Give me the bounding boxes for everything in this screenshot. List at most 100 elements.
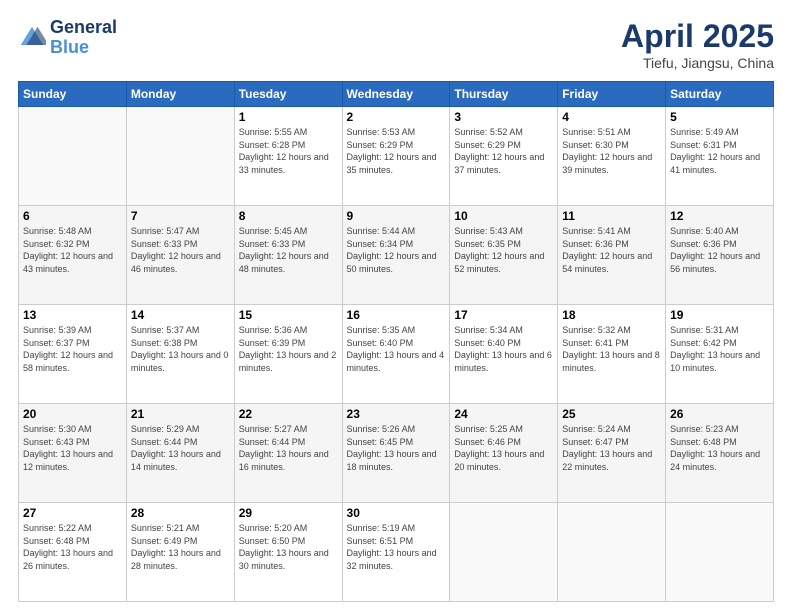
day-info: Sunrise: 5:36 AMSunset: 6:39 PMDaylight:… bbox=[239, 324, 338, 374]
day-number: 21 bbox=[131, 407, 230, 421]
day-info: Sunrise: 5:26 AMSunset: 6:45 PMDaylight:… bbox=[347, 423, 446, 473]
day-number: 29 bbox=[239, 506, 338, 520]
logo-icon bbox=[18, 24, 46, 52]
calendar-cell: 22 Sunrise: 5:27 AMSunset: 6:44 PMDayligh… bbox=[234, 404, 342, 503]
calendar-cell: 6 Sunrise: 5:48 AMSunset: 6:32 PMDaylight… bbox=[19, 206, 127, 305]
calendar-cell bbox=[19, 107, 127, 206]
calendar-week-row: 27 Sunrise: 5:22 AMSunset: 6:48 PMDayligh… bbox=[19, 503, 774, 602]
day-info: Sunrise: 5:53 AMSunset: 6:29 PMDaylight:… bbox=[347, 126, 446, 176]
calendar-cell bbox=[666, 503, 774, 602]
day-number: 14 bbox=[131, 308, 230, 322]
calendar-cell: 16 Sunrise: 5:35 AMSunset: 6:40 PMDayligh… bbox=[342, 305, 450, 404]
day-info: Sunrise: 5:51 AMSunset: 6:30 PMDaylight:… bbox=[562, 126, 661, 176]
calendar-cell: 11 Sunrise: 5:41 AMSunset: 6:36 PMDayligh… bbox=[558, 206, 666, 305]
calendar-cell: 20Sunrise: 5:30 AMSunset: 6:43 PMDayligh… bbox=[19, 404, 127, 503]
day-number: 11 bbox=[562, 209, 661, 223]
day-info: Sunrise: 5:32 AMSunset: 6:41 PMDaylight:… bbox=[562, 324, 661, 374]
calendar-cell: 28 Sunrise: 5:21 AMSunset: 6:49 PMDayligh… bbox=[126, 503, 234, 602]
calendar-cell: 25 Sunrise: 5:24 AMSunset: 6:47 PMDayligh… bbox=[558, 404, 666, 503]
day-info: Sunrise: 5:41 AMSunset: 6:36 PMDaylight:… bbox=[562, 225, 661, 275]
calendar-day-header: Tuesday bbox=[234, 82, 342, 107]
calendar-cell: 24 Sunrise: 5:25 AMSunset: 6:46 PMDayligh… bbox=[450, 404, 558, 503]
day-info: Sunrise: 5:52 AMSunset: 6:29 PMDaylight:… bbox=[454, 126, 553, 176]
calendar-cell bbox=[126, 107, 234, 206]
day-number: 30 bbox=[347, 506, 446, 520]
day-info: Sunrise: 5:25 AMSunset: 6:46 PMDaylight:… bbox=[454, 423, 553, 473]
day-info: Sunrise: 5:19 AMSunset: 6:51 PMDaylight:… bbox=[347, 522, 446, 572]
calendar-week-row: 6 Sunrise: 5:48 AMSunset: 6:32 PMDaylight… bbox=[19, 206, 774, 305]
day-number: 7 bbox=[131, 209, 230, 223]
calendar-cell: 5 Sunrise: 5:49 AMSunset: 6:31 PMDaylight… bbox=[666, 107, 774, 206]
calendar-cell: 7 Sunrise: 5:47 AMSunset: 6:33 PMDaylight… bbox=[126, 206, 234, 305]
calendar-cell: 30 Sunrise: 5:19 AMSunset: 6:51 PMDayligh… bbox=[342, 503, 450, 602]
day-number: 26 bbox=[670, 407, 769, 421]
day-number: 8 bbox=[239, 209, 338, 223]
calendar-cell: 17 Sunrise: 5:34 AMSunset: 6:40 PMDayligh… bbox=[450, 305, 558, 404]
calendar-header-row: SundayMondayTuesdayWednesdayThursdayFrid… bbox=[19, 82, 774, 107]
day-info: Sunrise: 5:34 AMSunset: 6:40 PMDaylight:… bbox=[454, 324, 553, 374]
day-number: 5 bbox=[670, 110, 769, 124]
day-info: Sunrise: 5:29 AMSunset: 6:44 PMDaylight:… bbox=[131, 423, 230, 473]
calendar-cell bbox=[450, 503, 558, 602]
calendar-day-header: Saturday bbox=[666, 82, 774, 107]
calendar-cell: 8Sunrise: 5:45 AMSunset: 6:33 PMDaylight… bbox=[234, 206, 342, 305]
day-info: Sunrise: 5:37 AMSunset: 6:38 PMDaylight:… bbox=[131, 324, 230, 374]
logo: General Blue bbox=[18, 18, 117, 58]
day-info: Sunrise: 5:20 AMSunset: 6:50 PMDaylight:… bbox=[239, 522, 338, 572]
day-info: Sunrise: 5:22 AMSunset: 6:48 PMDaylight:… bbox=[23, 522, 122, 572]
day-number: 25 bbox=[562, 407, 661, 421]
day-info: Sunrise: 5:49 AMSunset: 6:31 PMDaylight:… bbox=[670, 126, 769, 176]
calendar-day-header: Wednesday bbox=[342, 82, 450, 107]
day-info: Sunrise: 5:39 AMSunset: 6:37 PMDaylight:… bbox=[23, 324, 122, 374]
day-info: Sunrise: 5:21 AMSunset: 6:49 PMDaylight:… bbox=[131, 522, 230, 572]
day-info: Sunrise: 5:35 AMSunset: 6:40 PMDaylight:… bbox=[347, 324, 446, 374]
calendar-cell: 15 Sunrise: 5:36 AMSunset: 6:39 PMDayligh… bbox=[234, 305, 342, 404]
day-number: 12 bbox=[670, 209, 769, 223]
calendar-cell: 3 Sunrise: 5:52 AMSunset: 6:29 PMDaylight… bbox=[450, 107, 558, 206]
calendar-cell: 13Sunrise: 5:39 AMSunset: 6:37 PMDayligh… bbox=[19, 305, 127, 404]
day-number: 16 bbox=[347, 308, 446, 322]
title-block: April 2025 Tiefu, Jiangsu, China bbox=[621, 18, 774, 71]
calendar-cell: 2Sunrise: 5:53 AMSunset: 6:29 PMDaylight… bbox=[342, 107, 450, 206]
calendar-day-header: Sunday bbox=[19, 82, 127, 107]
day-info: Sunrise: 5:48 AMSunset: 6:32 PMDaylight:… bbox=[23, 225, 122, 275]
day-number: 3 bbox=[454, 110, 553, 124]
day-number: 17 bbox=[454, 308, 553, 322]
calendar-cell: 4 Sunrise: 5:51 AMSunset: 6:30 PMDaylight… bbox=[558, 107, 666, 206]
calendar-week-row: 13Sunrise: 5:39 AMSunset: 6:37 PMDayligh… bbox=[19, 305, 774, 404]
main-title: April 2025 bbox=[621, 18, 774, 55]
day-info: Sunrise: 5:27 AMSunset: 6:44 PMDaylight:… bbox=[239, 423, 338, 473]
header: General Blue April 2025 Tiefu, Jiangsu, … bbox=[18, 18, 774, 71]
subtitle: Tiefu, Jiangsu, China bbox=[621, 55, 774, 71]
day-number: 20 bbox=[23, 407, 122, 421]
logo-text: General Blue bbox=[50, 18, 117, 58]
calendar-cell: 12Sunrise: 5:40 AMSunset: 6:36 PMDayligh… bbox=[666, 206, 774, 305]
day-number: 6 bbox=[23, 209, 122, 223]
day-number: 24 bbox=[454, 407, 553, 421]
calendar-cell: 27 Sunrise: 5:22 AMSunset: 6:48 PMDayligh… bbox=[19, 503, 127, 602]
calendar-cell: 29 Sunrise: 5:20 AMSunset: 6:50 PMDayligh… bbox=[234, 503, 342, 602]
calendar-week-row: 20Sunrise: 5:30 AMSunset: 6:43 PMDayligh… bbox=[19, 404, 774, 503]
calendar-cell: 18 Sunrise: 5:32 AMSunset: 6:41 PMDayligh… bbox=[558, 305, 666, 404]
day-number: 9 bbox=[347, 209, 446, 223]
calendar-cell: 26Sunrise: 5:23 AMSunset: 6:48 PMDayligh… bbox=[666, 404, 774, 503]
calendar-cell: 19Sunrise: 5:31 AMSunset: 6:42 PMDayligh… bbox=[666, 305, 774, 404]
calendar-cell: 14 Sunrise: 5:37 AMSunset: 6:38 PMDayligh… bbox=[126, 305, 234, 404]
day-number: 27 bbox=[23, 506, 122, 520]
day-info: Sunrise: 5:31 AMSunset: 6:42 PMDaylight:… bbox=[670, 324, 769, 374]
day-number: 15 bbox=[239, 308, 338, 322]
calendar-cell: 10Sunrise: 5:43 AMSunset: 6:35 PMDayligh… bbox=[450, 206, 558, 305]
calendar-week-row: 1Sunrise: 5:55 AMSunset: 6:28 PMDaylight… bbox=[19, 107, 774, 206]
calendar-table: SundayMondayTuesdayWednesdayThursdayFrid… bbox=[18, 81, 774, 602]
calendar-cell: 21 Sunrise: 5:29 AMSunset: 6:44 PMDayligh… bbox=[126, 404, 234, 503]
day-info: Sunrise: 5:44 AMSunset: 6:34 PMDaylight:… bbox=[347, 225, 446, 275]
day-number: 28 bbox=[131, 506, 230, 520]
calendar-day-header: Friday bbox=[558, 82, 666, 107]
day-number: 23 bbox=[347, 407, 446, 421]
day-info: Sunrise: 5:24 AMSunset: 6:47 PMDaylight:… bbox=[562, 423, 661, 473]
day-number: 18 bbox=[562, 308, 661, 322]
day-number: 4 bbox=[562, 110, 661, 124]
page: General Blue April 2025 Tiefu, Jiangsu, … bbox=[0, 0, 792, 612]
day-number: 22 bbox=[239, 407, 338, 421]
day-info: Sunrise: 5:47 AMSunset: 6:33 PMDaylight:… bbox=[131, 225, 230, 275]
